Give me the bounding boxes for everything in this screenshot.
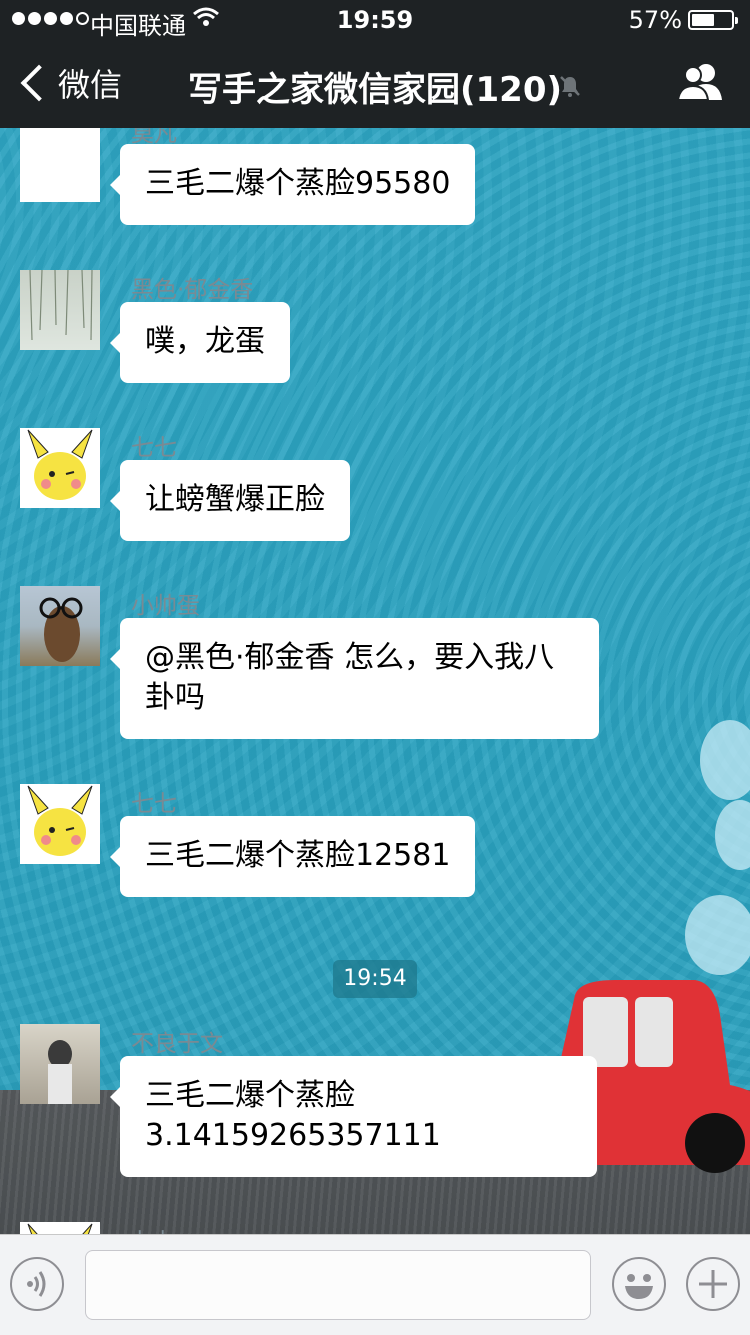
battery-percentage: 57% bbox=[628, 6, 682, 34]
voice-icon bbox=[27, 1271, 46, 1297]
message-list[interactable]: 莫凡 三毛二爆个蒸脸95580 黑色·郁金香 噗，龙蛋 七七 让螃蟹爆正脸 小帅… bbox=[0, 128, 750, 1234]
smiley-icon bbox=[625, 1274, 653, 1299]
sender-name: 七七 bbox=[131, 1222, 177, 1234]
voice-button[interactable] bbox=[10, 1257, 64, 1311]
more-button[interactable] bbox=[686, 1257, 740, 1311]
battery-icon bbox=[688, 10, 738, 30]
avatar[interactable] bbox=[20, 1024, 100, 1104]
message-bubble[interactable]: 让螃蟹爆正脸 bbox=[110, 460, 350, 541]
avatar[interactable] bbox=[20, 428, 100, 508]
message-bubble[interactable]: 三毛二爆个蒸脸3.14159265357111 bbox=[110, 1056, 597, 1177]
avatar[interactable] bbox=[20, 784, 100, 864]
group-members-icon[interactable] bbox=[676, 62, 726, 102]
emoji-button[interactable] bbox=[612, 1257, 666, 1311]
input-toolbar bbox=[0, 1234, 750, 1335]
message-bubble[interactable]: @黑色·郁金香 怎么，要入我八卦吗 bbox=[110, 618, 599, 739]
navigation-bar: 微信 写手之家微信家园(120) bbox=[0, 40, 750, 128]
sender-name: 七七 bbox=[131, 791, 177, 817]
sender-name: 小帅蛋 bbox=[131, 593, 200, 619]
message-bubble[interactable]: 噗，龙蛋 bbox=[110, 302, 290, 383]
status-bar: 中国联通 19:59 57% bbox=[0, 0, 750, 40]
avatar[interactable] bbox=[20, 128, 100, 202]
time-divider: 19:54 bbox=[333, 960, 417, 998]
chat-title: 写手之家微信家园(120) bbox=[187, 70, 563, 110]
message-input[interactable] bbox=[85, 1250, 591, 1320]
avatar[interactable] bbox=[20, 270, 100, 350]
bell-muted-icon bbox=[560, 76, 580, 97]
sender-name: 七七 bbox=[131, 435, 177, 461]
avatar[interactable] bbox=[20, 1222, 100, 1234]
avatar[interactable] bbox=[20, 586, 100, 666]
plus-icon bbox=[699, 1270, 727, 1298]
message-bubble[interactable]: 三毛二爆个蒸脸12581 bbox=[109, 816, 476, 897]
top-bar: 中国联通 19:59 57% 微信 写手之家微信家园(120) bbox=[0, 0, 750, 128]
sender-name: 不良于文 bbox=[131, 1031, 223, 1057]
sender-name: 黑色·郁金香 bbox=[131, 277, 254, 303]
message-bubble[interactable]: 三毛二爆个蒸脸95580 bbox=[109, 144, 476, 225]
